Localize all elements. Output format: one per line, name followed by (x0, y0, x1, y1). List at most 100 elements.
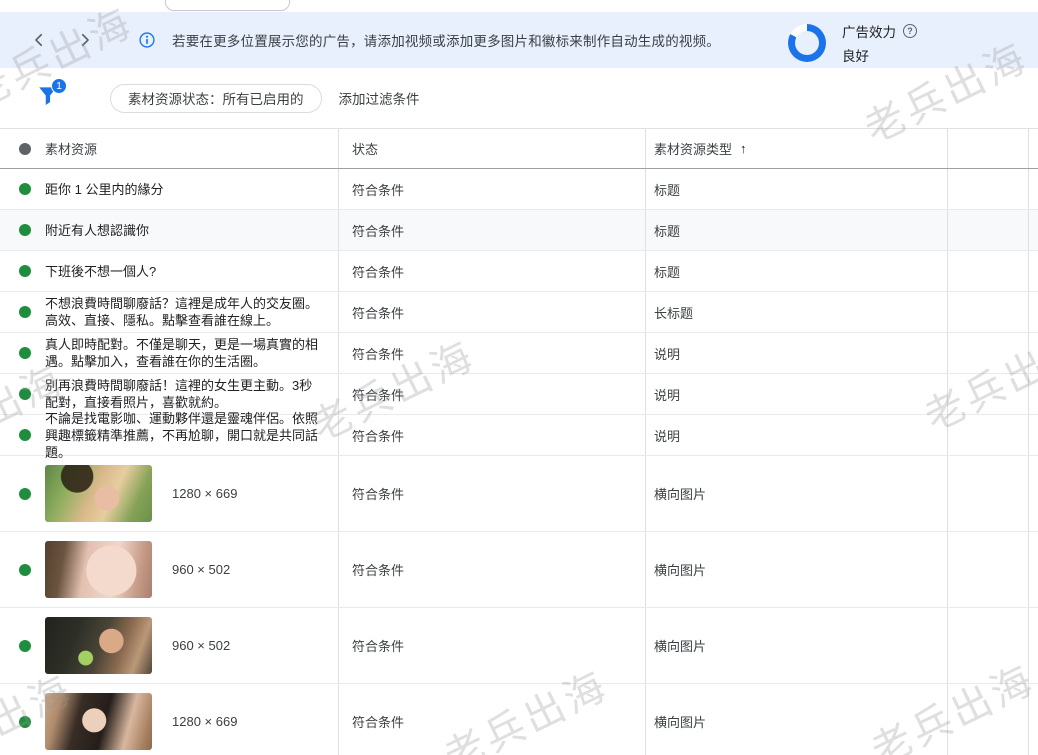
type-value: 横向图片 (654, 484, 706, 503)
asset-text[interactable]: 距你 1 公里内的緣分 (45, 181, 163, 198)
type-cell: 横向图片 (645, 532, 947, 607)
status-cell: 符合条件 (338, 684, 645, 755)
type-value: 说明 (654, 344, 680, 363)
table-body: 距你 1 公里内的緣分符合条件标题附近有人想認識你符合条件标题下班後不想一個人?… (0, 169, 1038, 755)
type-value: 标题 (654, 262, 680, 281)
chevron-left-icon[interactable] (30, 31, 48, 49)
asset-cell[interactable]: 附近有人想認識你 (45, 210, 338, 250)
header-status[interactable]: 状态 (338, 129, 645, 168)
enabled-status-dot-icon (19, 388, 31, 400)
row-status-dot-cell (0, 374, 45, 414)
asset-cell[interactable]: 不論是找電影咖、運動夥伴還是靈魂伴侶。依照興趣標籤精準推薦，不再尬聊，開口就是共… (45, 415, 338, 455)
table-row[interactable]: 960 × 502 符合条件 横向图片 (0, 532, 1038, 608)
asset-cell[interactable]: 960 × 502 (45, 608, 338, 683)
top-strip (0, 0, 1038, 12)
row-status-dot-cell (0, 251, 45, 291)
row-status-dot-cell (0, 333, 45, 373)
table-row[interactable]: 不想浪費時間聊廢話？這裡是成年人的交友圈。高效、直接、隱私。點擊查看誰在線上。 符… (0, 292, 1038, 333)
asset-text[interactable]: 不論是找電影咖、運動夥伴還是靈魂伴侶。依照興趣標籤精準推薦，不再尬聊，開口就是共… (45, 410, 324, 461)
type-value: 横向图片 (654, 560, 706, 579)
info-icon (138, 31, 156, 49)
status-value: 符合条件 (352, 636, 404, 655)
extra-cell (947, 374, 1029, 414)
asset-thumbnail[interactable] (45, 465, 152, 522)
ad-strength-donut-chart (788, 24, 826, 62)
enabled-status-dot-icon (19, 306, 31, 318)
filter-chip-asset-status[interactable]: 素材资源状态：所有已启用的 (110, 84, 322, 113)
asset-cell[interactable]: 下班後不想一個人? (45, 251, 338, 291)
table-row[interactable]: 距你 1 公里内的緣分符合条件标题 (0, 169, 1038, 210)
asset-cell[interactable]: 1280 × 669 (45, 456, 338, 531)
cutoff-dropdown-button[interactable] (165, 0, 290, 11)
asset-dimensions: 1280 × 669 (172, 486, 237, 501)
row-status-dot-cell (0, 684, 45, 755)
type-value: 标题 (654, 221, 680, 240)
sort-ascending-icon[interactable]: ↑ (740, 141, 747, 156)
asset-cell[interactable]: 真人即時配對。不僅是聊天，更是一場真實的相遇。點擊加入，查看誰在你的生活圈。 (45, 333, 338, 373)
table-row[interactable]: 960 × 502 符合条件 横向图片 (0, 608, 1038, 684)
status-cell: 符合条件 (338, 608, 645, 683)
enabled-status-dot-icon (19, 224, 31, 236)
status-cell: 符合条件 (338, 415, 645, 455)
help-icon[interactable]: ? (903, 24, 917, 38)
extra-cell (947, 415, 1029, 455)
type-cell: 横向图片 (645, 684, 947, 755)
ad-strength-value: 良好 (842, 45, 917, 65)
status-cell: 符合条件 (338, 292, 645, 332)
asset-text[interactable]: 真人即時配對。不僅是聊天，更是一場真實的相遇。點擊加入，查看誰在你的生活圈。 (45, 336, 324, 370)
type-cell: 说明 (645, 415, 947, 455)
asset-thumbnail[interactable] (45, 693, 152, 750)
asset-cell[interactable]: 別再浪費時間聊廢話！這裡的女生更主動。3秒配對，直接看照片，喜歡就約。 (45, 374, 338, 414)
enabled-status-dot-icon (19, 488, 31, 500)
type-value: 横向图片 (654, 636, 706, 655)
add-filter-button[interactable]: 添加过滤条件 (339, 88, 420, 108)
asset-cell[interactable]: 960 × 502 (45, 532, 338, 607)
enabled-status-dot-icon (19, 265, 31, 277)
extra-cell (947, 251, 1029, 291)
table-header-row: 素材资源 状态 素材资源类型 ↑ (0, 129, 1038, 169)
asset-thumbnail[interactable] (45, 617, 152, 674)
header-extra (947, 129, 1029, 168)
asset-cell[interactable]: 不想浪費時間聊廢話？這裡是成年人的交友圈。高效、直接、隱私。點擊查看誰在線上。 (45, 292, 338, 332)
status-value: 符合条件 (352, 426, 404, 445)
header-asset[interactable]: 素材资源 (45, 129, 338, 168)
row-status-dot-cell (0, 456, 45, 531)
asset-text[interactable]: 下班後不想一個人? (45, 263, 156, 280)
type-cell: 说明 (645, 333, 947, 373)
table-row[interactable]: 下班後不想一個人? 符合条件标题 (0, 251, 1038, 292)
extra-cell (947, 169, 1029, 209)
status-cell: 符合条件 (338, 456, 645, 531)
row-status-dot-cell (0, 532, 45, 607)
row-status-dot-cell (0, 292, 45, 332)
table-row[interactable]: 1280 × 669 符合条件 横向图片 (0, 684, 1038, 755)
status-value: 符合条件 (352, 560, 404, 579)
type-value: 横向图片 (654, 712, 706, 731)
table-row[interactable]: 真人即時配對。不僅是聊天，更是一場真實的相遇。點擊加入，查看誰在你的生活圈。符合… (0, 333, 1038, 374)
filter-count-badge: 1 (51, 78, 67, 94)
header-type[interactable]: 素材资源类型 ↑ (645, 129, 947, 168)
asset-thumbnail[interactable] (45, 541, 152, 598)
asset-cell[interactable]: 距你 1 公里内的緣分 (45, 169, 338, 209)
status-value: 符合条件 (352, 385, 404, 404)
table-row[interactable]: 1280 × 669 符合条件横向图片 (0, 456, 1038, 532)
asset-text[interactable]: 別再浪費時間聊廢話！這裡的女生更主動。3秒配對，直接看照片，喜歡就約。 (45, 377, 324, 411)
table-row[interactable]: 附近有人想認識你 符合条件 标题 (0, 210, 1038, 251)
type-cell: 长标题 (645, 292, 947, 332)
type-value: 长标题 (654, 303, 693, 322)
asset-text[interactable]: 不想浪費時間聊廢話？這裡是成年人的交友圈。高效、直接、隱私。點擊查看誰在線上。 (45, 295, 324, 329)
status-cell: 符合条件 (338, 251, 645, 291)
status-legend-dot-icon (19, 143, 31, 155)
status-cell: 符合条件 (338, 169, 645, 209)
asset-cell[interactable]: 1280 × 669 (45, 684, 338, 755)
chevron-right-icon[interactable] (76, 31, 94, 49)
type-cell: 标题 (645, 210, 947, 250)
status-value: 符合条件 (352, 303, 404, 322)
extra-cell (947, 532, 1029, 607)
asset-text[interactable]: 附近有人想認識你 (45, 222, 149, 239)
status-value: 符合条件 (352, 221, 404, 240)
filter-funnel-icon[interactable]: 1 (36, 83, 66, 113)
table-row[interactable]: 不論是找電影咖、運動夥伴還是靈魂伴侶。依照興趣標籤精準推薦，不再尬聊，開口就是共… (0, 415, 1038, 456)
status-cell: 符合条件 (338, 333, 645, 373)
status-value: 符合条件 (352, 712, 404, 731)
status-cell: 符合条件 (338, 532, 645, 607)
